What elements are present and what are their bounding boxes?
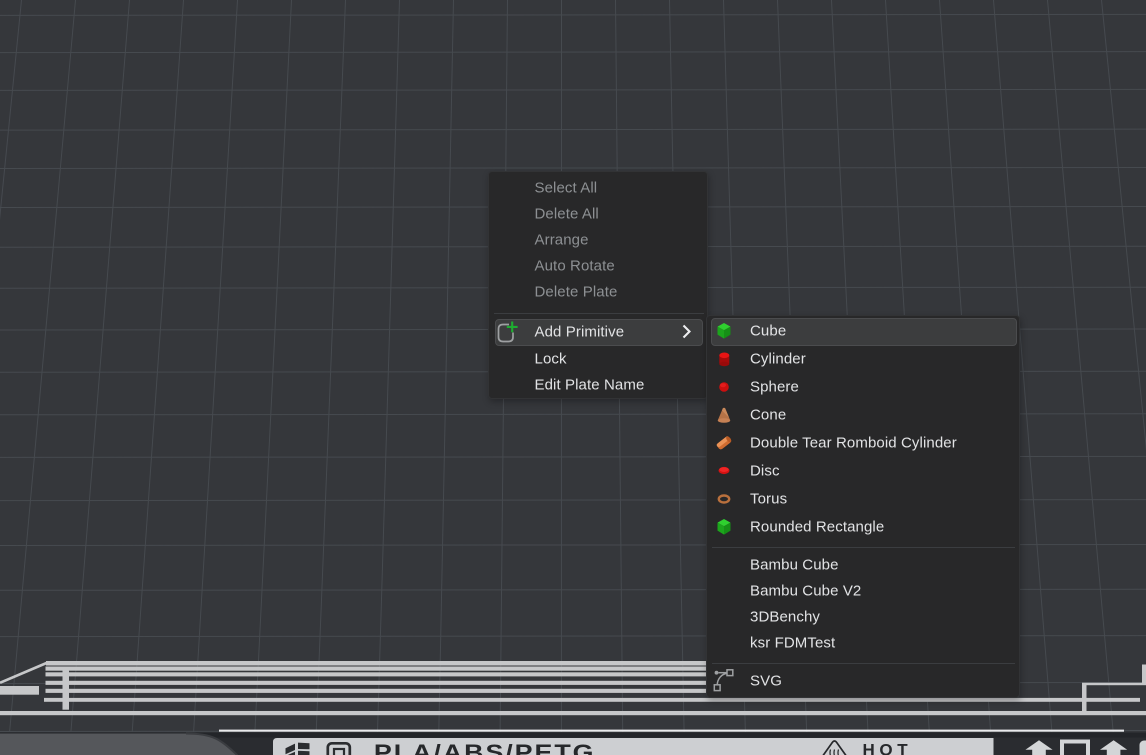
svg-text:PLA/ABS/PETG: PLA/ABS/PETG xyxy=(374,741,596,755)
svg-text:HOT: HOT xyxy=(863,741,913,755)
